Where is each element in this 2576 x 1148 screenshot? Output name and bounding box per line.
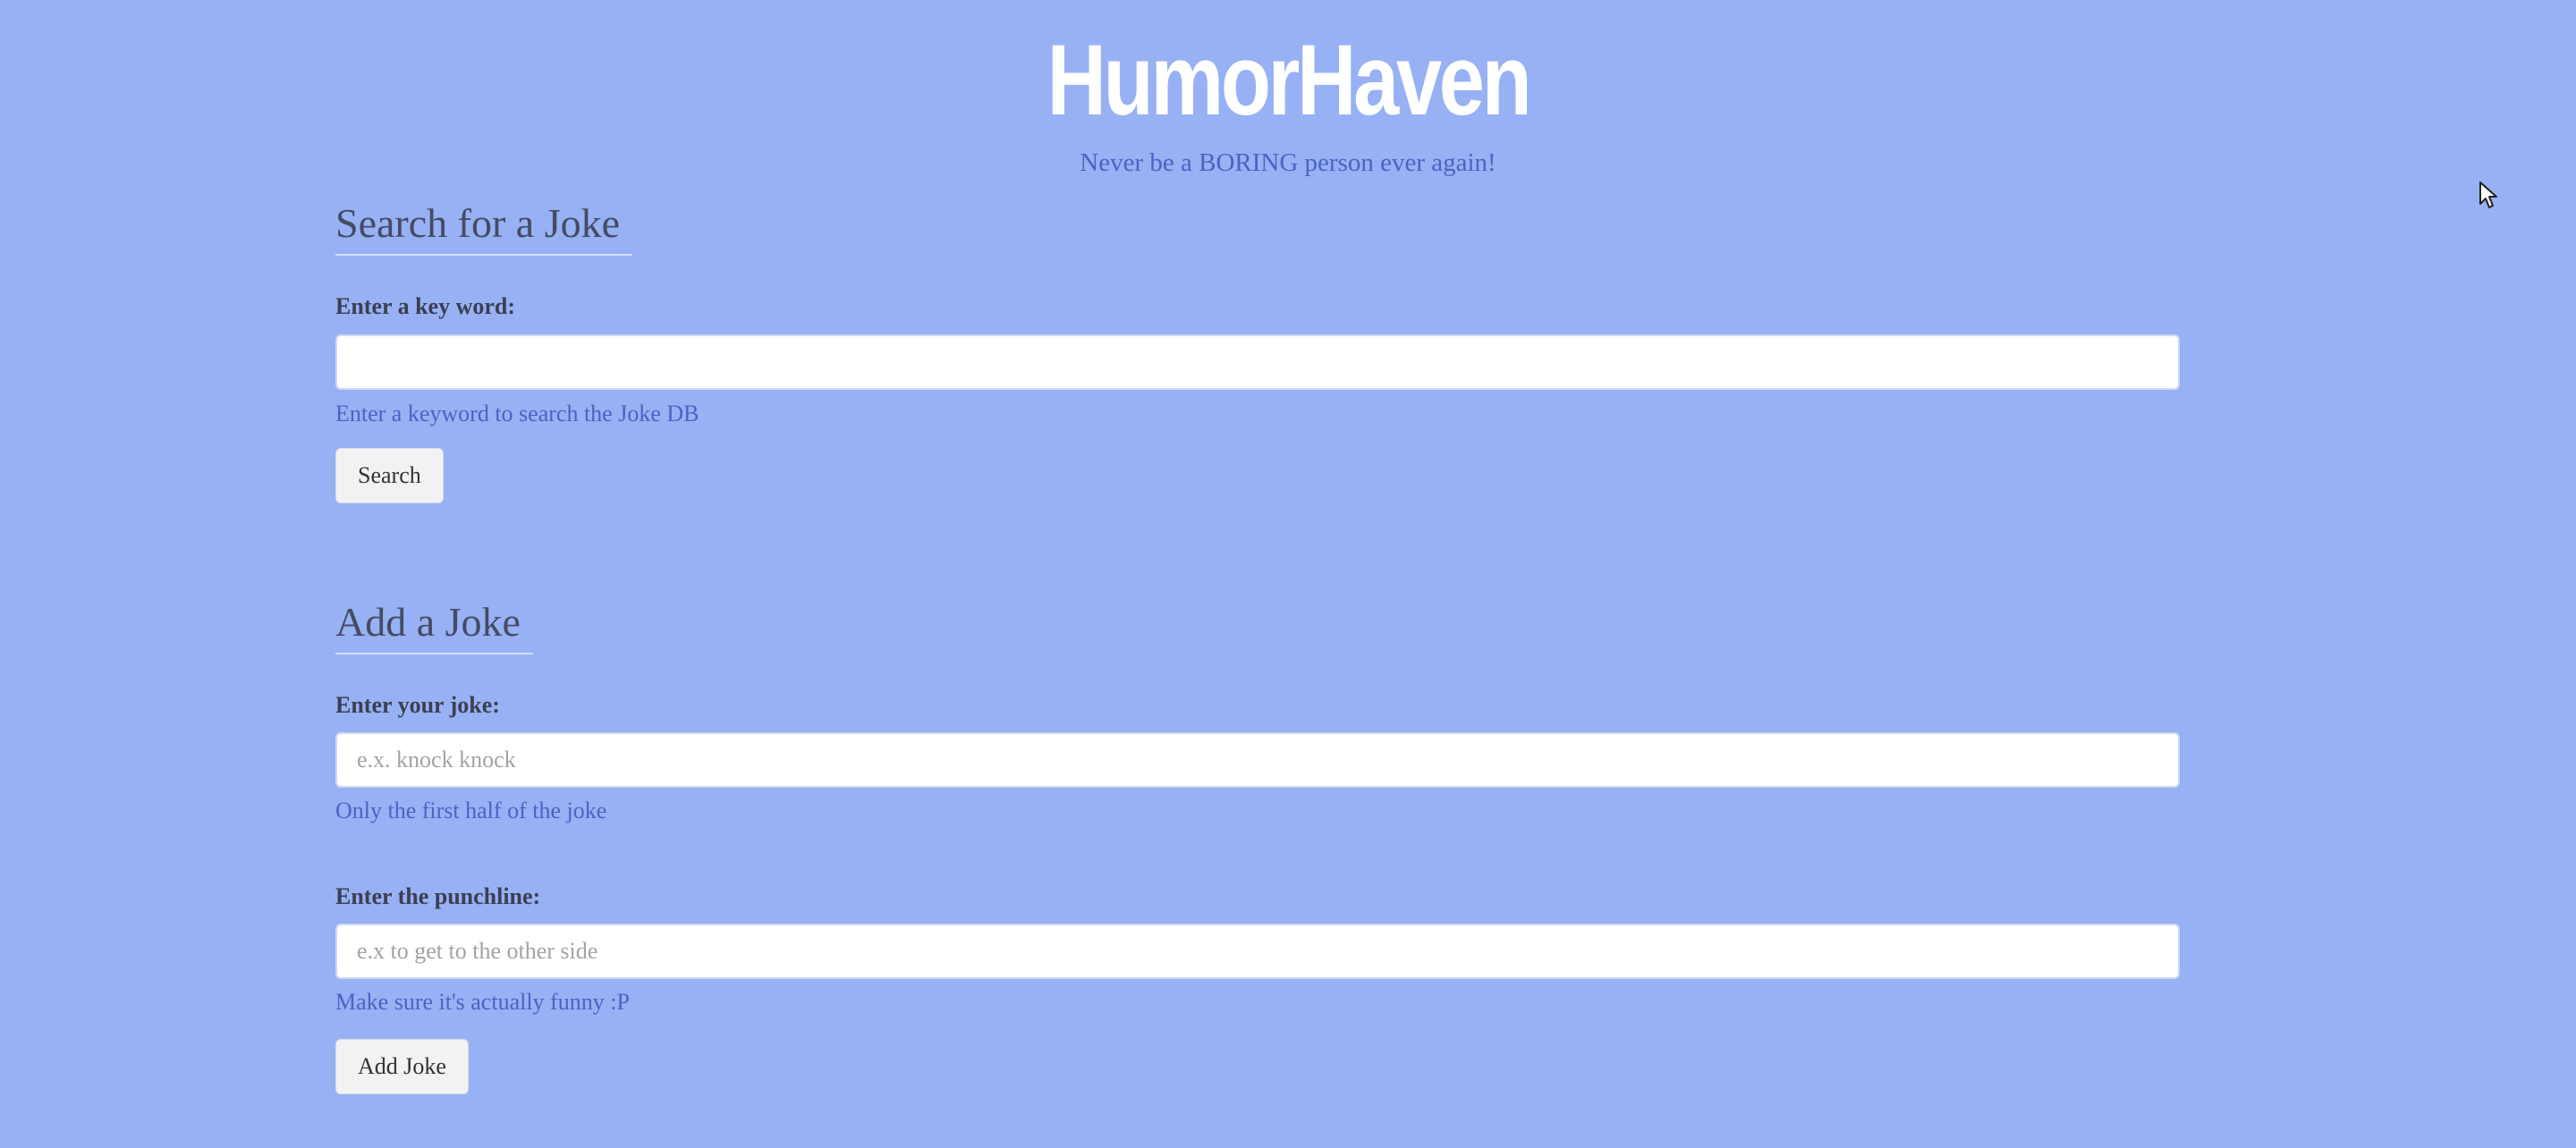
joke-help-text: Only the first half of the joke bbox=[335, 798, 607, 823]
joke-input[interactable] bbox=[335, 732, 2180, 788]
keyword-label: Enter a key word: bbox=[335, 293, 516, 319]
punchline-label: Enter the punchline: bbox=[335, 883, 541, 909]
keyword-input[interactable] bbox=[335, 334, 2180, 390]
site-tagline: Never be a BORING person ever again! bbox=[1080, 148, 1496, 177]
add-joke-button[interactable]: Add Joke bbox=[335, 1039, 469, 1094]
search-button[interactable]: Search bbox=[335, 448, 444, 503]
add-joke-section: Add a Joke Enter your joke: Only the fir… bbox=[335, 597, 2180, 1098]
mouse-pointer-icon bbox=[2479, 181, 2497, 208]
page: HumorHaven Never be a BORING person ever… bbox=[0, 0, 2576, 1148]
punchline-help-text: Make sure it's actually funny :P bbox=[335, 989, 630, 1015]
search-heading: Search for a Joke bbox=[335, 198, 633, 256]
joke-label: Enter your joke: bbox=[335, 692, 500, 718]
keyword-help-text: Enter a keyword to search the Joke DB bbox=[335, 401, 699, 426]
site-title: HumorHaven bbox=[1046, 24, 1532, 136]
search-section: Search for a Joke Enter a key word: Ente… bbox=[335, 198, 2180, 503]
punchline-input[interactable] bbox=[335, 924, 2180, 979]
add-joke-heading: Add a Joke bbox=[335, 597, 533, 654]
